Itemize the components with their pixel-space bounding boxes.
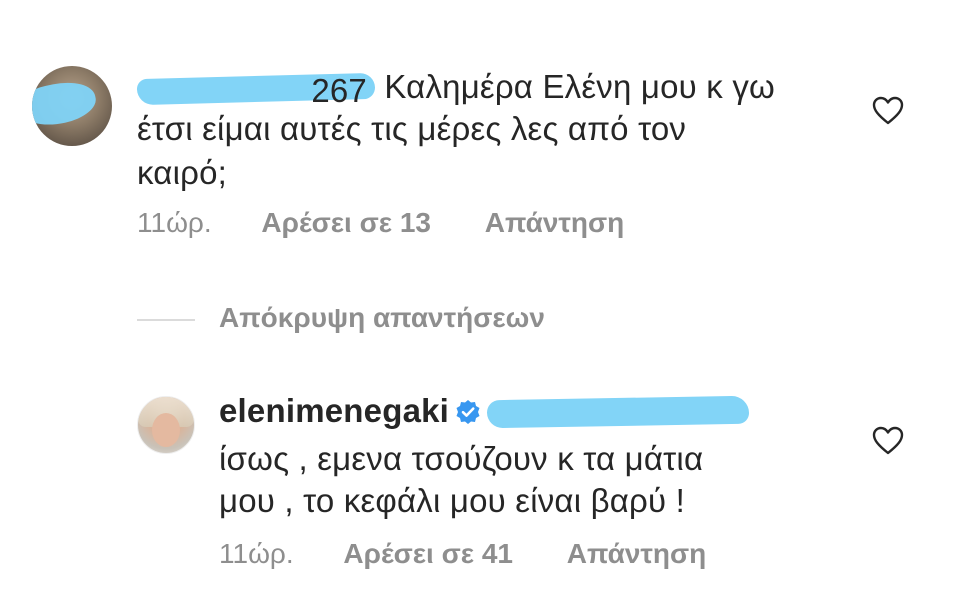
comment-1-time[interactable]: 11ώρ.: [137, 207, 212, 238]
heart-outline-icon[interactable]: [872, 426, 904, 456]
redacted-username[interactable]: 267: [136, 72, 376, 109]
reply-username[interactable]: elenimenegaki: [219, 392, 449, 429]
reply-text-line-1-body: ίσως , εμενα τσούζουν κ τα μάτια: [219, 440, 704, 477]
comment-1-text-line-2: έτσι είμαι αυτές τις μέρες λες από τον: [137, 110, 687, 147]
hide-replies-label[interactable]: Απόκρυψη απαντήσεων: [219, 302, 545, 334]
commenter-avatar[interactable]: [32, 66, 112, 146]
reply-time[interactable]: 11ώρ.: [219, 538, 294, 569]
comments-screen: 267 Καλημέρα Ελένη μου κ γω έτσι είμαι α…: [0, 0, 960, 608]
reply-likes-link[interactable]: Αρέσει σε 41: [343, 538, 513, 569]
comment-1-likes-link[interactable]: Αρέσει σε 13: [261, 207, 431, 238]
avatar-redaction: [32, 76, 100, 132]
reply-text-line-1: elenimenegaki: [219, 388, 750, 434]
hide-replies-divider: [137, 319, 195, 321]
reply-avatar[interactable]: [137, 396, 195, 454]
comment-1-body-start: Καλημέρα Ελένη μου κ γω: [384, 68, 776, 105]
comment-1-reply-button[interactable]: Απάντηση: [485, 207, 625, 238]
reply-reply-button[interactable]: Απάντηση: [567, 538, 707, 569]
comment-1-text-line-1: 267 Καλημέρα Ελένη μου κ γω: [136, 64, 776, 110]
verified-badge-icon: [456, 400, 480, 424]
redacted-mention[interactable]: [486, 395, 750, 430]
reply-meta: 11ώρ. Αρέσει σε 41 Απάντηση: [219, 538, 706, 570]
comment-1-text-line-3: καιρό;: [137, 154, 228, 191]
comment-1-meta: 11ώρ. Αρέσει σε 13 Απάντηση: [137, 207, 624, 239]
avatar-face: [152, 413, 180, 447]
reply-text-line-2: μου , το κεφάλι μου είναι βαρύ !: [219, 482, 686, 519]
heart-outline-icon[interactable]: [872, 96, 904, 126]
